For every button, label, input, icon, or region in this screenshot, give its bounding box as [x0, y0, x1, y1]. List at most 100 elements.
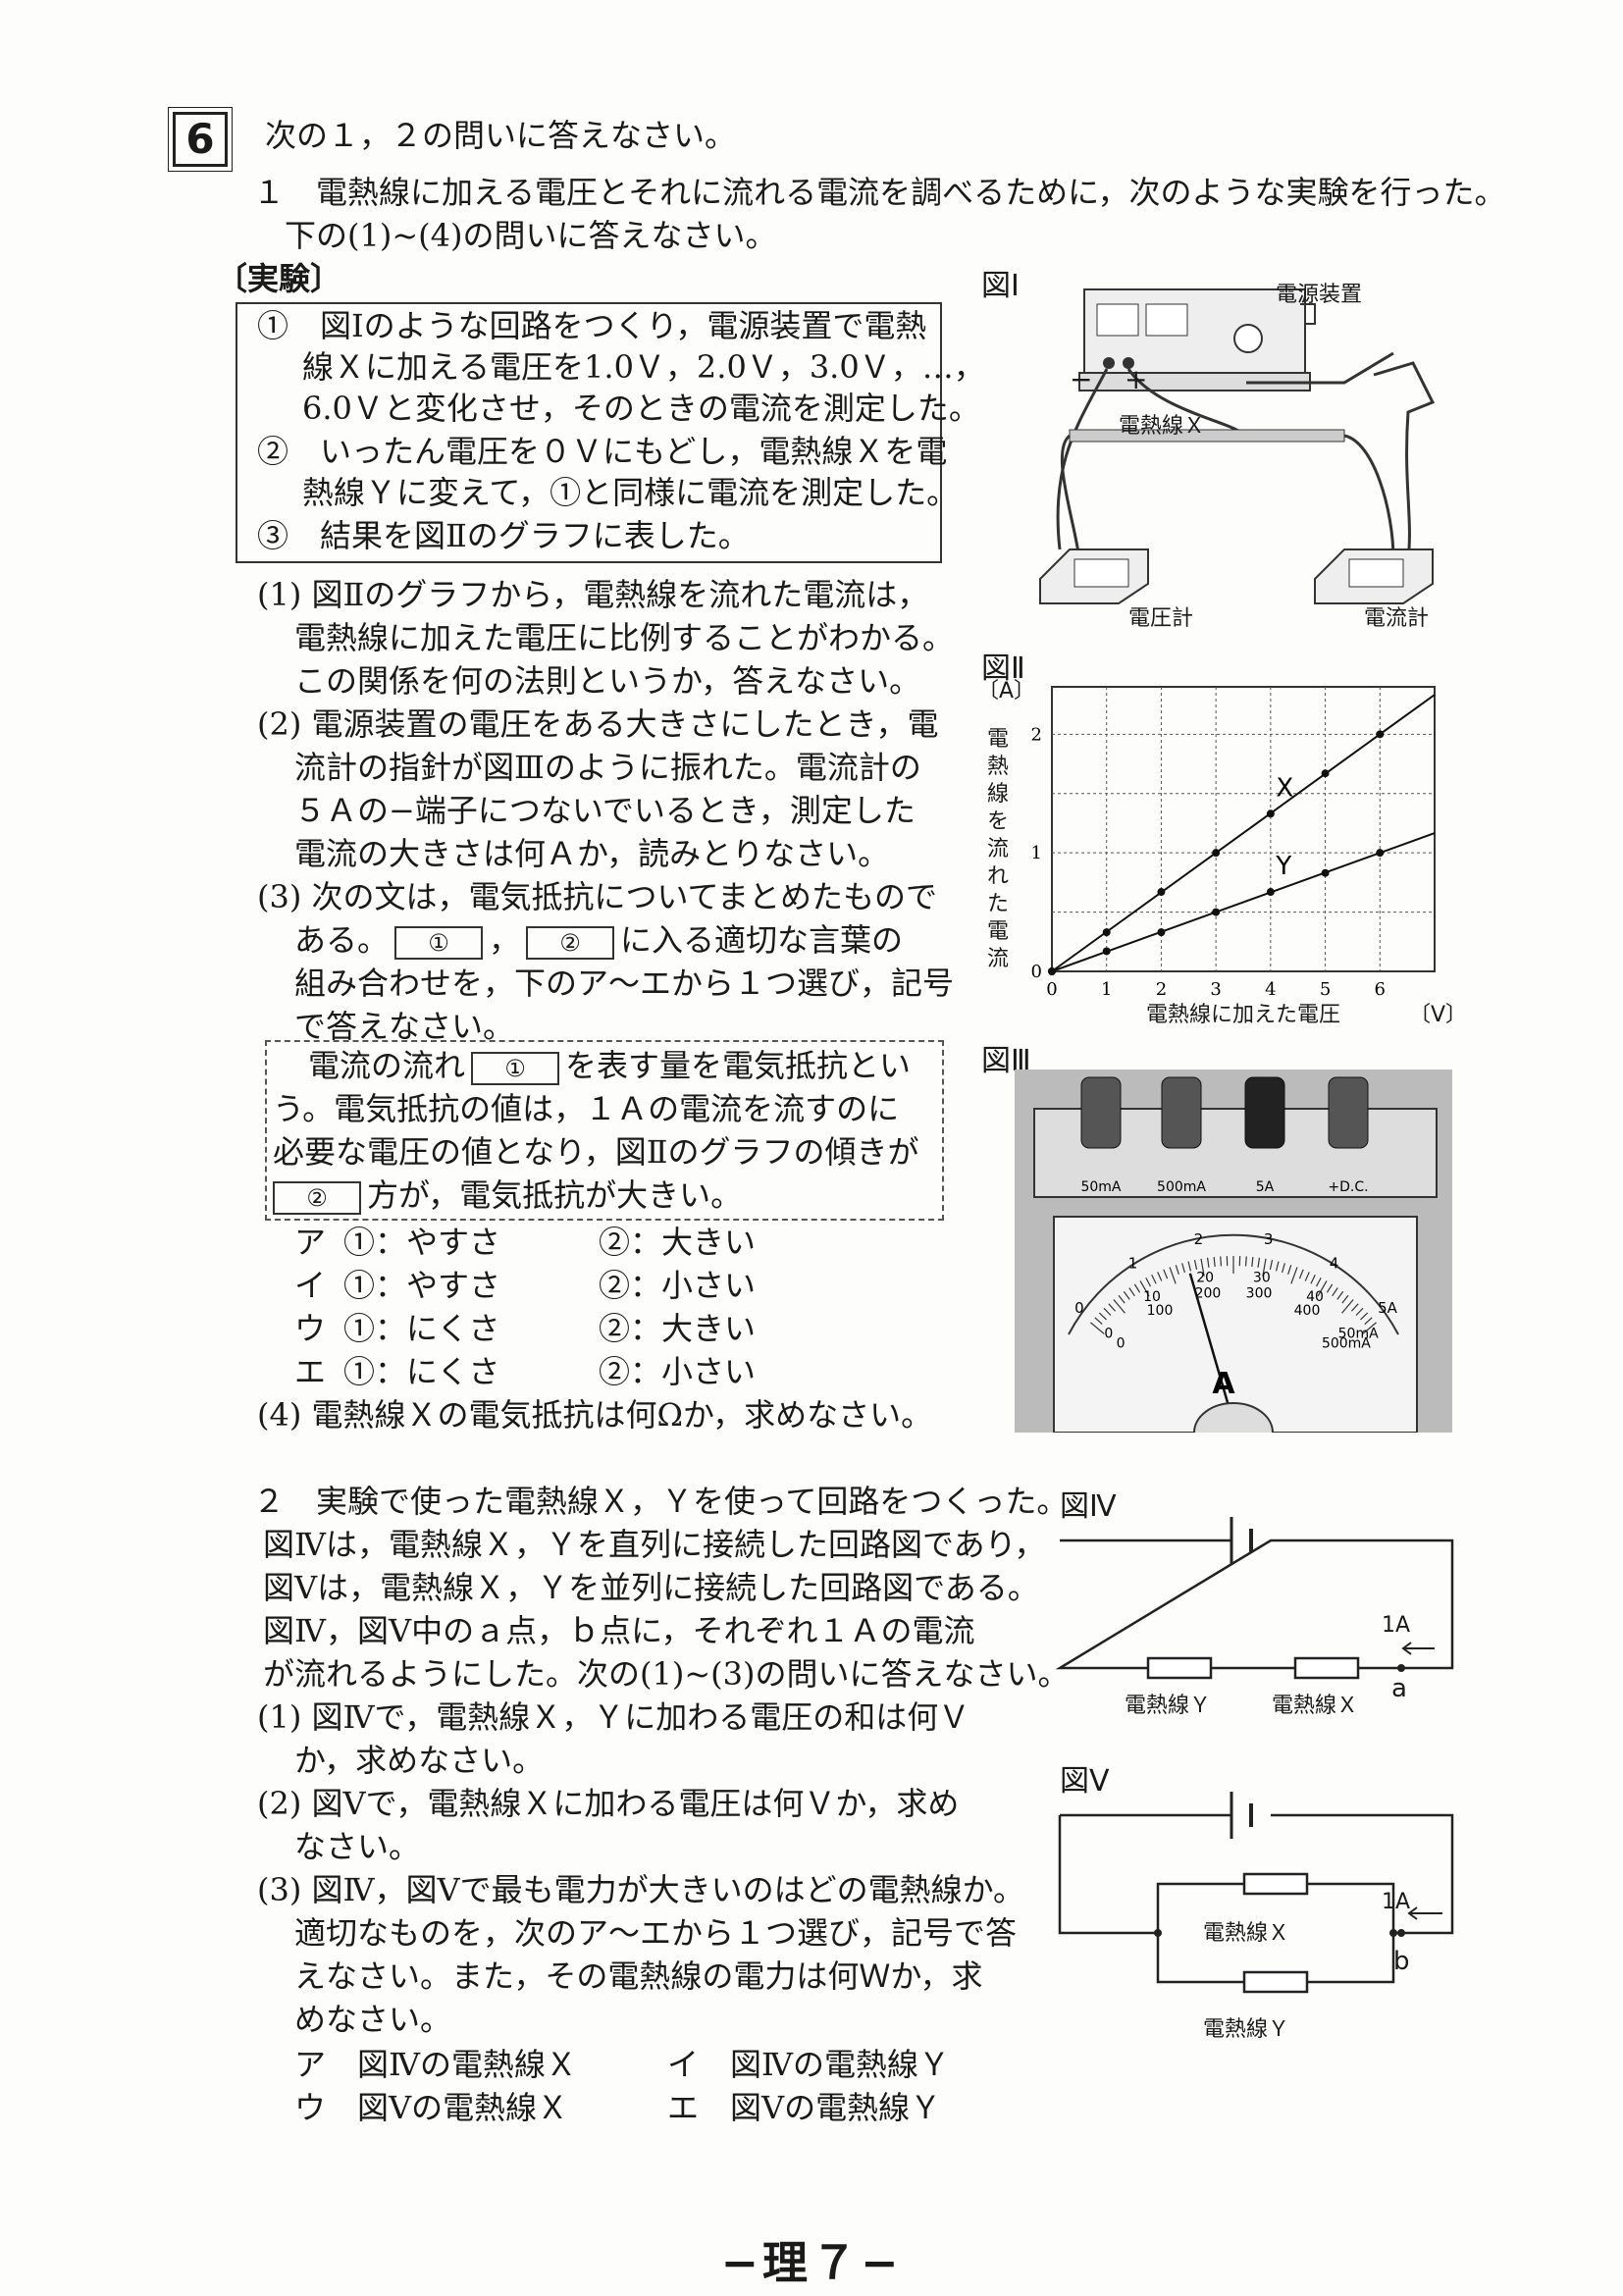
q2-line: ５Ａの−端子につないでいるとき，測定した: [294, 792, 916, 829]
chart-point-X: [1157, 888, 1166, 897]
part2-line: 図Ⅴは，電熱線Ｘ，Ｙを並列に接続した回路図である。: [263, 1569, 1039, 1606]
fig1-label: 図Ⅰ: [981, 269, 1020, 303]
meter-scale-5a-label: 0: [1074, 1299, 1084, 1317]
part2-q2: (2) 図Ⅴで，電熱線Ｘに加わる電圧は何Ｖか，求め: [257, 1785, 960, 1822]
fig4-wire-y: 電熱線Ｙ: [1125, 1694, 1212, 1718]
chart-x-tick-label: 3: [1210, 979, 1221, 1000]
part2-q3: 適切なものを，次のア～エから１つ選び，記号で答: [294, 1914, 1018, 1952]
summary-line: う。電気抵抗の値は，１Ａの電流を流すのに: [273, 1090, 900, 1127]
meter-scale-50ma-label: 10: [1143, 1289, 1161, 1305]
fig5-wire-y: 電熱線Ｙ: [1203, 2017, 1290, 2042]
fig2-xlabel: 電熱線に加えた電圧: [1146, 1003, 1341, 1027]
meter-unit-label: A: [1212, 1367, 1235, 1401]
part2-q3: えなさい。また，その電熱線の電力は何Ｗか，求: [294, 1957, 983, 1995]
chart-x-tick-label: 0: [1046, 979, 1057, 1000]
q3-line-blanks: ある。 ①， ② に入る適切な言葉の: [294, 921, 904, 960]
meter-terminal-knob: [1244, 1076, 1285, 1149]
meter-scale-500ma-label: 0: [1117, 1336, 1126, 1352]
part2-choice: ウ 図Ⅴの電熱線Ｘ: [294, 2089, 569, 2126]
meter-terminal-knob: [1080, 1076, 1122, 1149]
q3-line: (3) 次の文は，電気抵抗についてまとめたもので: [257, 878, 937, 915]
chart-point-Y: [1321, 868, 1330, 877]
summary-blank-2: ②: [273, 1180, 361, 1215]
experiment-line: 熱線Ｙに変えて，①と同様に電流を測定した。: [302, 474, 959, 511]
chart-y-tick-label: 0: [1031, 962, 1042, 982]
choice-item: エ ①：にくさ ②：小さい: [294, 1353, 757, 1390]
summary-line: ② 方が，電気抵抗が大きい。: [267, 1174, 742, 1217]
q2-line: (2) 電源装置の電圧をある大きさにしたとき，電: [257, 705, 939, 743]
chart-point-Y: [1266, 888, 1275, 897]
fig2-chart: 0 1 2 3 4 5 6 0 1 2 X Y: [1031, 686, 1436, 1000]
part2-choice: イ 図Ⅳの電熱線Ｙ: [667, 2046, 950, 2083]
chart-series-label-X: X: [1276, 773, 1293, 803]
intro-text: 次の１，２の問いに答えなさい。: [265, 117, 737, 154]
meter-scale-5a-label: 5A: [1378, 1299, 1398, 1317]
chart-x-tick-label: 6: [1375, 979, 1386, 1000]
fig5-point-b: b: [1393, 1947, 1410, 1976]
fig2-xunit: 〔V〕: [1409, 1003, 1468, 1027]
experiment-line: ② いったん電圧を０Ｖにもどし，電熱線Ｘを電: [257, 433, 948, 470]
experiment-line: 線Ｘに加える電圧を1.0Ｖ，2.0Ｖ，3.0Ｖ，…，: [302, 348, 985, 386]
chart-x-tick-label: 4: [1265, 979, 1276, 1000]
chart-point-X: [1321, 769, 1330, 778]
fig3-ammeter: 50mA 500mA 5A +D.C.012 345A0100200 300400500m…: [1015, 1070, 1452, 1433]
meter-scale-tick: [1220, 1256, 1223, 1267]
chart-point-X: [1212, 849, 1221, 858]
part2-q3: (3) 図Ⅳ，図Ⅴで最も電力が大きいのはどの電熱線か。: [257, 1871, 1024, 1908]
fig4-current: 1A: [1382, 1613, 1411, 1638]
choice-item: ア ①：やすさ ②：大きい: [294, 1224, 757, 1261]
q2-line: 電流の大きさは何Ａか，読みとりなさい。: [294, 835, 890, 872]
meter-terminal-label: 500mA: [1157, 1179, 1206, 1195]
fig1-circuit-illustration: [1039, 288, 1436, 604]
experiment-line: ① 図Ⅰのような回路をつくり，電源装置で電熱: [257, 307, 927, 344]
meter-terminal-knob: [1328, 1076, 1369, 1149]
chart-point-Y: [1102, 947, 1111, 956]
meter-scale-50ma-label: 0: [1104, 1326, 1113, 1341]
chart-x-tick-label: 5: [1320, 979, 1331, 1000]
blank-1: ①: [394, 925, 484, 960]
chart-x-tick-label: 2: [1156, 979, 1167, 1000]
meter-terminal-label: 50mA: [1080, 1179, 1121, 1195]
choice-item: イ ①：やすさ ②：小さい: [294, 1267, 757, 1304]
meter-scale-tick: [1244, 1256, 1247, 1267]
q2-line: 流計の指針が図Ⅲのように振れた。電流計の: [294, 749, 921, 786]
experiment-label: 〔実験〕: [216, 260, 342, 297]
chart-point-X: [1102, 928, 1111, 937]
experiment-box: ① 図Ⅰのような回路をつくり，電源装置で電熱 線Ｘに加える電圧を1.0Ｖ，2.0…: [236, 302, 985, 563]
q3-line: 組み合わせを，下のア～エから１つ選び，記号: [294, 965, 955, 1002]
q1-line: 電熱線に加えた電圧に比例することがわかる。: [294, 619, 955, 656]
part2-choice: エ 図Ⅴの電熱線Ｙ: [667, 2089, 942, 2126]
question-number: 6: [168, 107, 233, 172]
fig4-series-circuit: [1055, 1517, 1454, 1680]
meter-scale-5a-label: 2: [1194, 1230, 1204, 1248]
chart-point-Y: [1157, 928, 1166, 937]
q1-line: (1) 図Ⅱのグラフから，電熱線を流れた電流は，: [257, 576, 929, 613]
meter-scale-50ma-label: 30: [1253, 1271, 1271, 1286]
blank-2: ②: [526, 925, 615, 960]
page-footer: −理７−: [720, 2236, 903, 2289]
chart-point-Y: [1212, 908, 1221, 916]
summary-box: 電流の流れ ① を表す量を電気抵抗とい う。電気抵抗の値は，１Ａの電流を流すのに 必…: [265, 1040, 944, 1221]
fig1-power-label: 電源装置: [1276, 283, 1363, 307]
chart-point-Y: [1376, 849, 1385, 858]
meter-scale-5a-label: 4: [1330, 1254, 1339, 1272]
meter-scale-500ma-label: 300: [1246, 1285, 1273, 1301]
fig5-wire-x: 電熱線Ｘ: [1203, 1921, 1290, 1946]
part1-line1: １ 電熱線に加える電圧とそれに流れる電流を調べるために，次のような実験を行った。: [253, 174, 1506, 211]
part2-line: ２ 実験で使った電熱線Ｘ，Ｙを使って回路をつくった。: [253, 1483, 1069, 1520]
chart-x-tick-label: 1: [1101, 979, 1112, 1000]
part2-q3: めなさい。: [294, 2001, 452, 2038]
choice-list: ア ①：やすさ ②：大きい イ ①：やすさ ②：小さい ウ ①：にくさ ②：大きい エ ①：に…: [294, 1221, 757, 1393]
chart-y-tick-label: 2: [1031, 724, 1042, 745]
meter-scale-50ma-label: 50mA: [1338, 1326, 1379, 1341]
meter-terminal-label: 5A: [1256, 1179, 1275, 1195]
meter-terminal-knob: [1161, 1076, 1202, 1149]
choice-item: ウ ①：にくさ ②：大きい: [294, 1310, 757, 1347]
q1-line: この関係を何の法則というか，答えなさい。: [294, 662, 921, 700]
meter-scale-500ma-label: 100: [1147, 1303, 1174, 1319]
fig1-minus: −: [1070, 363, 1093, 395]
meter-scale-50ma-label: 40: [1306, 1289, 1324, 1305]
part2-line: 図Ⅳ，図Ⅴ中のａ点，ｂ点に，それぞれ１Ａの電流: [263, 1612, 975, 1649]
fig2-ylabel: 電熱線を流れた電流: [987, 727, 1010, 971]
part2-q1: か，求めなさい。: [294, 1742, 545, 1779]
